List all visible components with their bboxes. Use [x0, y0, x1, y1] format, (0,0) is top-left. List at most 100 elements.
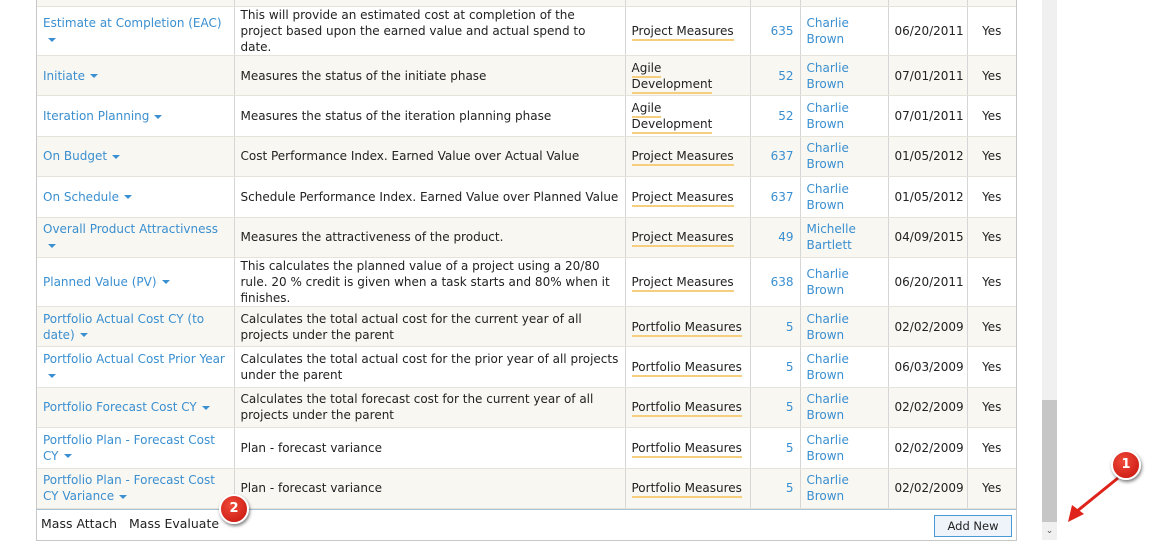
owner-link[interactable]: Charlie Brown [800, 427, 889, 469]
chevron-down-icon[interactable] [119, 494, 128, 499]
owner-link[interactable]: Charlie Brown [800, 6, 889, 56]
chevron-down-icon[interactable] [79, 333, 88, 338]
measure-description: Schedule Performance Index. Earned Value… [234, 176, 626, 218]
measure-description: Measures the attractiveness of the produ… [234, 217, 626, 258]
active-cell: Yes [967, 6, 1016, 56]
owner-link[interactable]: Michelle Bartlett [800, 217, 889, 258]
owner-link[interactable]: Charlie Brown [800, 176, 889, 218]
table-row: Portfolio Forecast Cost CY Calculates the… [37, 387, 1016, 429]
active-cell: Yes [967, 306, 1016, 348]
scrollbar-thumb[interactable] [1042, 400, 1057, 522]
date-cell: 01/05/2012 [888, 136, 968, 178]
annotation-badge-2: 2 [219, 494, 249, 524]
measure-name-link[interactable]: On Schedule [43, 190, 119, 204]
measure-name-link[interactable]: Planned Value (PV) [43, 275, 157, 289]
active-cell: Yes [967, 136, 1016, 178]
table-row: Portfolio Actual Cost Prior Year Calculat… [37, 346, 1016, 388]
chevron-down-icon[interactable] [48, 243, 56, 248]
usage-count-link[interactable]: 637 [750, 176, 801, 218]
owner-link[interactable]: Charlie Brown [800, 136, 889, 178]
chevron-down-icon[interactable] [48, 37, 56, 42]
date-cell: 01/05/2012 [888, 176, 968, 218]
measure-category[interactable]: Portfolio Measures [631, 360, 742, 378]
measure-description: Calculates the total actual cost for the… [234, 346, 626, 388]
measure-category[interactable]: Project Measures [631, 230, 734, 248]
usage-count-link[interactable]: 52 [750, 55, 801, 97]
chevron-down-icon[interactable] [161, 280, 170, 285]
measure-name-link[interactable]: Portfolio Actual Cost Prior Year [43, 352, 225, 366]
chevron-down-icon[interactable] [48, 373, 56, 378]
chevron-down-icon[interactable] [112, 154, 121, 159]
chevron-down-icon[interactable] [63, 454, 72, 459]
measure-name-link[interactable]: On Budget [43, 149, 107, 163]
usage-count-link[interactable]: 49 [750, 217, 801, 258]
chevron-down-icon[interactable] [201, 405, 210, 410]
measure-description: Measures the status of the initiate phas… [234, 55, 626, 97]
table-row: Initiate Measures the status of the initi… [37, 55, 1016, 97]
measure-category[interactable]: Project Measures [631, 24, 734, 41]
table-row: Planned Value (PV) This calculates the pl… [37, 257, 1016, 307]
measure-category[interactable]: Project Measures [631, 274, 734, 292]
owner-link[interactable]: Charlie Brown [800, 468, 889, 509]
measure-category[interactable]: Project Measures [631, 189, 734, 207]
measure-category[interactable]: Portfolio Measures [631, 400, 742, 418]
mass-attach-link[interactable]: Mass Attach [41, 516, 117, 531]
date-cell: 02/02/2009 [888, 468, 968, 509]
date-cell: 06/20/2011 [888, 257, 968, 307]
measure-name-link[interactable]: Overall Product Attractivness [43, 222, 218, 236]
date-cell: 06/20/2011 [888, 6, 968, 56]
table-row: Portfolio Plan - Forecast Cost CY Plan - … [37, 427, 1016, 469]
usage-count-link[interactable]: 52 [750, 95, 801, 137]
measure-name-link[interactable]: Portfolio Forecast Cost CY [43, 400, 197, 414]
active-cell: Yes [967, 387, 1016, 429]
owner-link[interactable]: Charlie Brown [800, 387, 889, 429]
measure-name-link[interactable]: Portfolio Actual Cost CY (to date) [43, 312, 204, 342]
measure-name-link[interactable]: Initiate [43, 69, 85, 83]
measure-description: Calculates the total actual cost for the… [234, 306, 626, 348]
usage-count-link[interactable]: 5 [750, 306, 801, 348]
usage-count-link[interactable]: 5 [750, 427, 801, 469]
measure-name-link[interactable]: Portfolio Plan - Forecast Cost CY [43, 433, 215, 463]
usage-count-link[interactable]: 5 [750, 387, 801, 429]
usage-count-link[interactable]: 5 [750, 468, 801, 509]
usage-count-link[interactable]: 5 [750, 346, 801, 388]
table-row: On Budget Cost Performance Index. Earned … [37, 136, 1016, 178]
owner-link[interactable]: Charlie Brown [800, 257, 889, 307]
chevron-down-icon[interactable] [154, 114, 163, 119]
add-new-button[interactable]: Add New [934, 514, 1012, 537]
table-row: Iteration Planning Measures the status of… [37, 95, 1016, 137]
owner-link[interactable]: Charlie Brown [800, 306, 889, 348]
measures-table-container: Estimate at Completion (EAC) This will pr… [36, 0, 1017, 541]
measure-category[interactable]: Portfolio Measures [631, 440, 742, 458]
vertical-scrollbar[interactable]: ⌄ [1042, 0, 1057, 540]
measure-name-link[interactable]: Estimate at Completion (EAC) [43, 16, 222, 30]
mass-evaluate-link[interactable]: Mass Evaluate [129, 516, 219, 531]
measure-description: Cost Performance Index. Earned Value ove… [234, 136, 626, 178]
active-cell: Yes [967, 176, 1016, 218]
chevron-down-icon[interactable] [124, 195, 133, 200]
measure-category[interactable]: Portfolio Measures [631, 481, 742, 499]
owner-link[interactable]: Charlie Brown [800, 55, 889, 97]
owner-link[interactable]: Charlie Brown [800, 346, 889, 388]
date-cell: 02/02/2009 [888, 427, 968, 469]
measures-table: Estimate at Completion (EAC) This will pr… [37, 0, 1016, 509]
active-cell: Yes [967, 346, 1016, 388]
active-cell: Yes [967, 95, 1016, 137]
measure-description: Measures the status of the iteration pla… [234, 95, 626, 137]
table-row: Portfolio Actual Cost CY (to date) Calcul… [37, 306, 1016, 348]
owner-link[interactable]: Charlie Brown [800, 95, 889, 137]
usage-count-link[interactable]: 638 [750, 257, 801, 307]
measure-category[interactable]: Project Measures [631, 149, 734, 167]
usage-count-link[interactable]: 637 [750, 136, 801, 178]
date-cell: 02/02/2009 [888, 306, 968, 348]
measure-description: Plan - forecast variance [234, 468, 626, 509]
scroll-down-arrow-icon[interactable]: ⌄ [1042, 526, 1057, 536]
measure-category[interactable]: Agile Development [631, 101, 713, 135]
measure-category[interactable]: Agile Development [631, 60, 713, 94]
measure-category[interactable]: Portfolio Measures [631, 319, 742, 337]
measure-name-link[interactable]: Portfolio Plan - Forecast Cost CY Varian… [43, 473, 215, 503]
chevron-down-icon[interactable] [89, 74, 98, 79]
usage-count-link[interactable]: 635 [750, 6, 801, 56]
measure-name-link[interactable]: Iteration Planning [43, 109, 149, 123]
active-cell: Yes [967, 257, 1016, 307]
